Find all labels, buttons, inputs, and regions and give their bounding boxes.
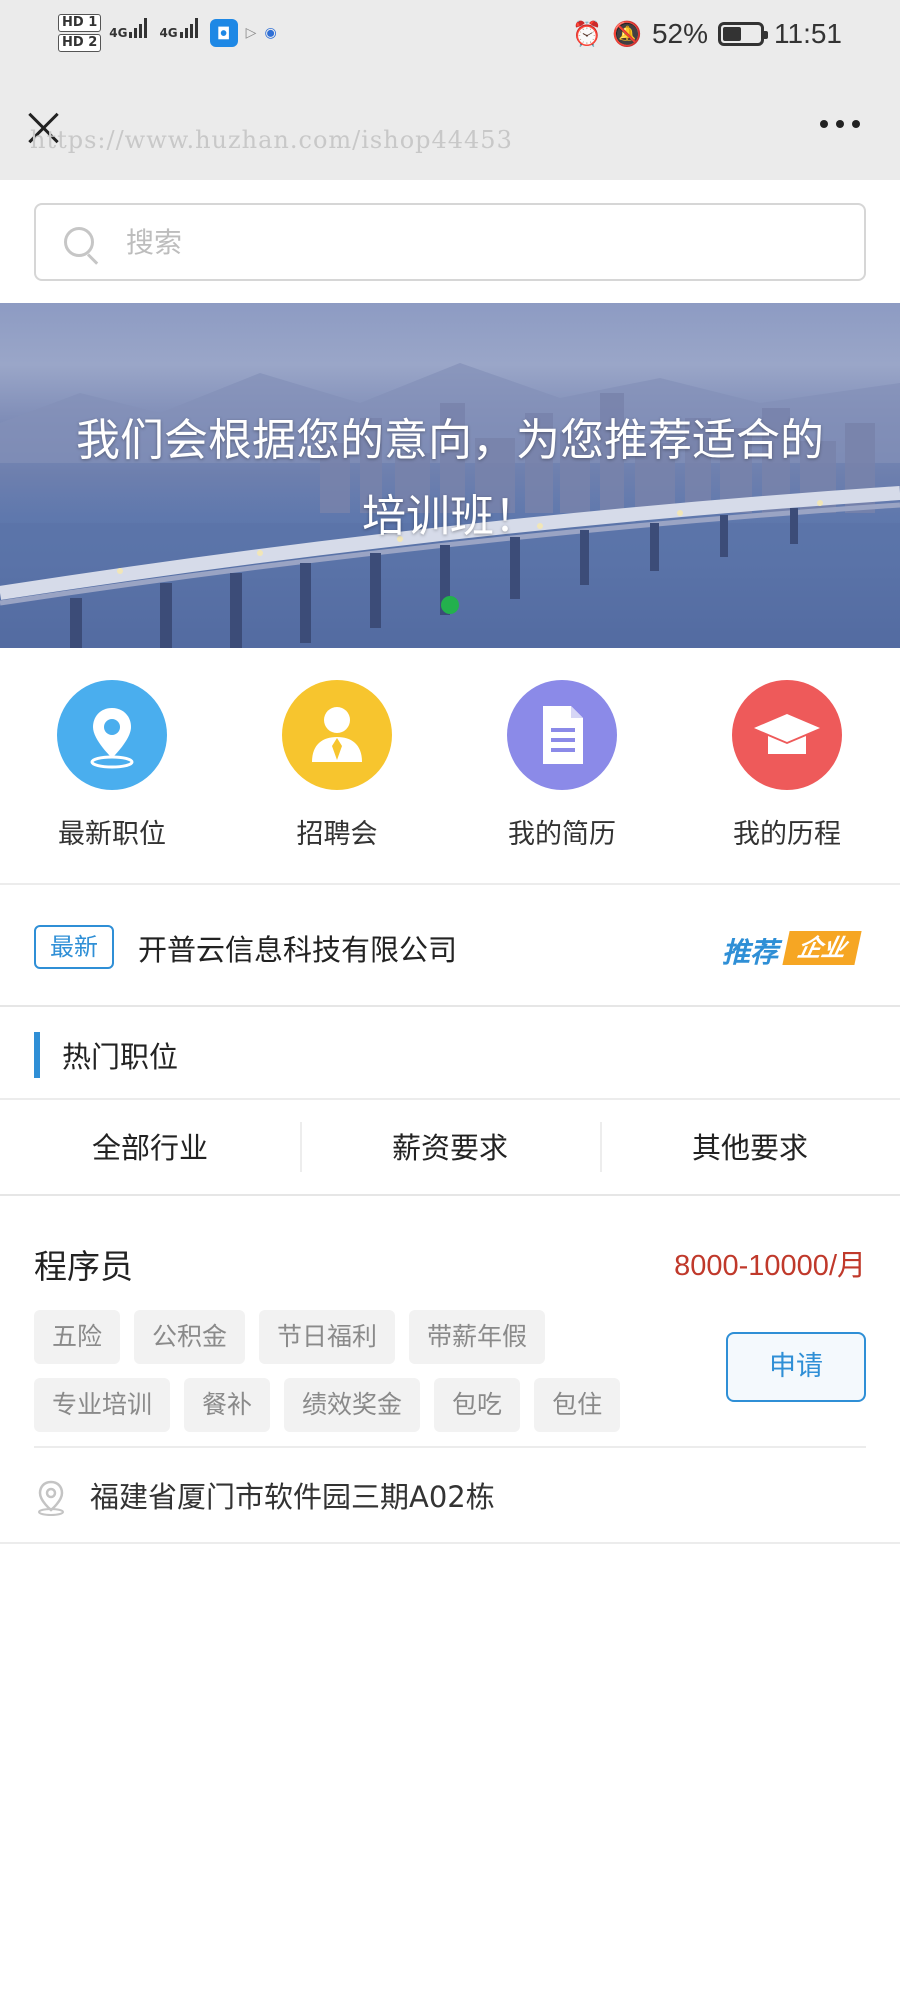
graduation-cap-icon [732,680,842,790]
hot-jobs-header: 热门职位 [0,1010,900,1100]
recommend-company-row[interactable]: 最新 开普云信息科技有限公司 推荐 企业 [0,887,900,1007]
alarm-icon: ⏰ [572,20,603,48]
job-card[interactable]: 程序员 8000-10000/月 五险 公积金 节日福利 带薪年假 专业培训 餐… [0,1198,900,1544]
job-address: 福建省厦门市软件园三期A02栋 [90,1480,495,1514]
search-bar[interactable] [34,203,866,281]
quick-entry-my-resume[interactable]: 我的简历 [462,680,662,851]
carousel-indicator[interactable] [441,596,459,614]
hd2-badge: HD 2 [58,34,102,52]
watermark: https://www.huzhan.com/ishop44453 [30,126,513,154]
signal-2-icon: 4G [159,18,201,40]
company-name[interactable]: 开普云信息科技有限公司 [138,927,457,969]
benefit-tag: 公积金 [134,1310,246,1364]
quick-entry-label: 我的简历 [508,819,616,850]
search-icon [64,227,100,263]
benefit-tags: 五险 公积金 节日福利 带薪年假 专业培训 餐补 绩效奖金 包吃 包住 [34,1310,654,1432]
status-bar: HD 1 HD 2 4G 4G ◘ ▷ ◉ ⏰ 🔕 52% 11:51 [0,0,900,80]
benefit-tag: 包吃 [434,1378,521,1432]
banner-caption: 我们会根据您的意向，为您推荐适合的 培训班！ [0,403,900,555]
logo-text-1: 推荐 [722,936,779,969]
net1-label: 4G [109,26,128,40]
banner-line-1: 我们会根据您的意向，为您推荐适合的 [76,415,824,466]
app-notification-icon: ◘ [209,19,238,47]
apply-button[interactable]: 申请 [726,1332,866,1402]
section-title: 热门职位 [62,1040,179,1074]
search-input[interactable] [126,205,826,279]
benefit-tag: 带薪年假 [409,1310,546,1364]
quick-entry-my-history[interactable]: 我的历程 [687,680,887,851]
job-filters: 全部行业 薪资要求 其他要求 [0,1100,900,1196]
benefit-tag: 节日福利 [259,1310,396,1364]
battery-icon [718,22,768,46]
location-icon [38,1480,64,1516]
recruiter-icon [282,680,392,790]
recommended-company-logo: 推荐 企业 [722,929,862,969]
benefit-tag: 五险 [34,1310,121,1364]
job-title: 程序员 [34,1247,133,1286]
more-menu-icon[interactable] [820,120,860,128]
signal-1-icon: 4G [109,18,151,40]
banner-carousel[interactable]: 我们会根据您的意向，为您推荐适合的 培训班！ [0,303,900,648]
location-pin-icon [57,680,167,790]
benefit-tag: 专业培训 [34,1378,171,1432]
quick-entry-job-fair[interactable]: 招聘会 [237,680,437,851]
logo-text-2: 企业 [782,931,862,965]
quick-entry-label: 最新职位 [58,819,166,850]
hd-indicators: HD 1 HD 2 [58,14,102,52]
job-salary: 8000-10000/月 [674,1250,866,1282]
media-icon: ▷ [245,25,257,41]
quick-entry-label: 招聘会 [296,819,378,850]
quick-entry-grid: 最新职位 招聘会 我的简历 我的历程 [0,680,900,885]
hd1-badge: HD 1 [58,14,102,32]
banner-line-2: 培训班！ [362,491,538,542]
net2-label: 4G [159,26,178,40]
status-left: HD 1 HD 2 4G 4G ◘ ▷ ◉ [58,14,277,52]
filter-other[interactable]: 其他要求 [600,1100,900,1194]
quick-entry-label: 我的历程 [733,819,841,850]
status-right: ⏰ 🔕 52% 11:51 [572,18,842,50]
newest-tag: 最新 [34,925,114,969]
benefit-tag: 绩效奖金 [284,1378,421,1432]
benefit-tag: 包住 [534,1378,621,1432]
nav-bar: https://www.huzhan.com/ishop44453 [0,80,900,180]
document-icon [507,680,617,790]
quick-entry-latest-jobs[interactable]: 最新职位 [12,680,212,851]
mute-bell-icon: 🔕 [612,20,642,48]
benefit-tag: 餐补 [184,1378,271,1432]
clock: 11:51 [774,18,842,49]
divider [34,1446,866,1448]
section-accent-bar [34,1032,40,1078]
assistant-icon: ◉ [264,25,277,41]
filter-salary[interactable]: 薪资要求 [300,1100,600,1194]
battery-percent: 52% [651,18,708,49]
filter-industry[interactable]: 全部行业 [0,1100,300,1194]
